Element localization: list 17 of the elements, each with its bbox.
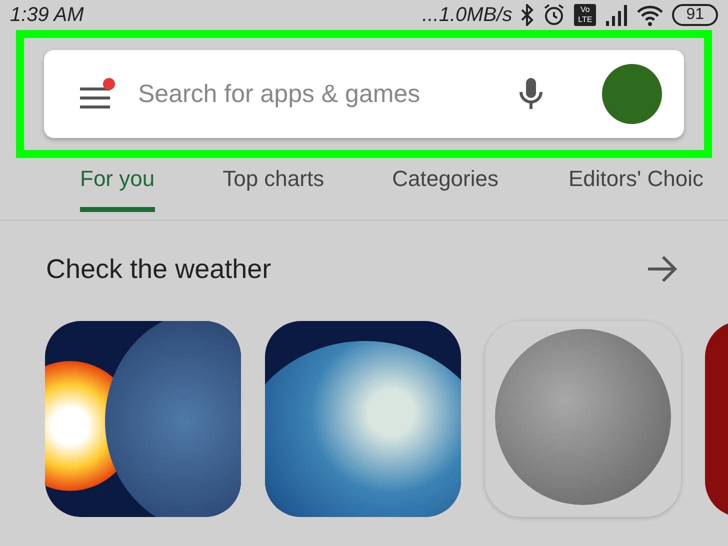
- network-speed: ...1.0MB/s: [422, 4, 512, 26]
- tab[interactable]: Editors' Choic: [568, 158, 704, 212]
- tab[interactable]: For you: [80, 158, 155, 212]
- status-time: 1:39 AM: [10, 4, 84, 26]
- tab[interactable]: Categories: [392, 158, 498, 212]
- wifi-icon: [636, 4, 664, 26]
- app-icon[interactable]: [265, 321, 461, 517]
- signal-icon: [604, 4, 628, 26]
- section-title: Check the weather: [46, 254, 272, 284]
- volte-badge: Vo LTE: [574, 4, 596, 26]
- battery-indicator: 91: [672, 4, 718, 26]
- app-icon[interactable]: [45, 321, 241, 517]
- alarm-clock-icon: [542, 3, 566, 27]
- search-field[interactable]: Search for apps & games: [136, 78, 496, 110]
- bluetooth-icon: [520, 4, 534, 26]
- arrow-right-icon[interactable]: [646, 255, 678, 283]
- tab[interactable]: Top charts: [222, 158, 324, 212]
